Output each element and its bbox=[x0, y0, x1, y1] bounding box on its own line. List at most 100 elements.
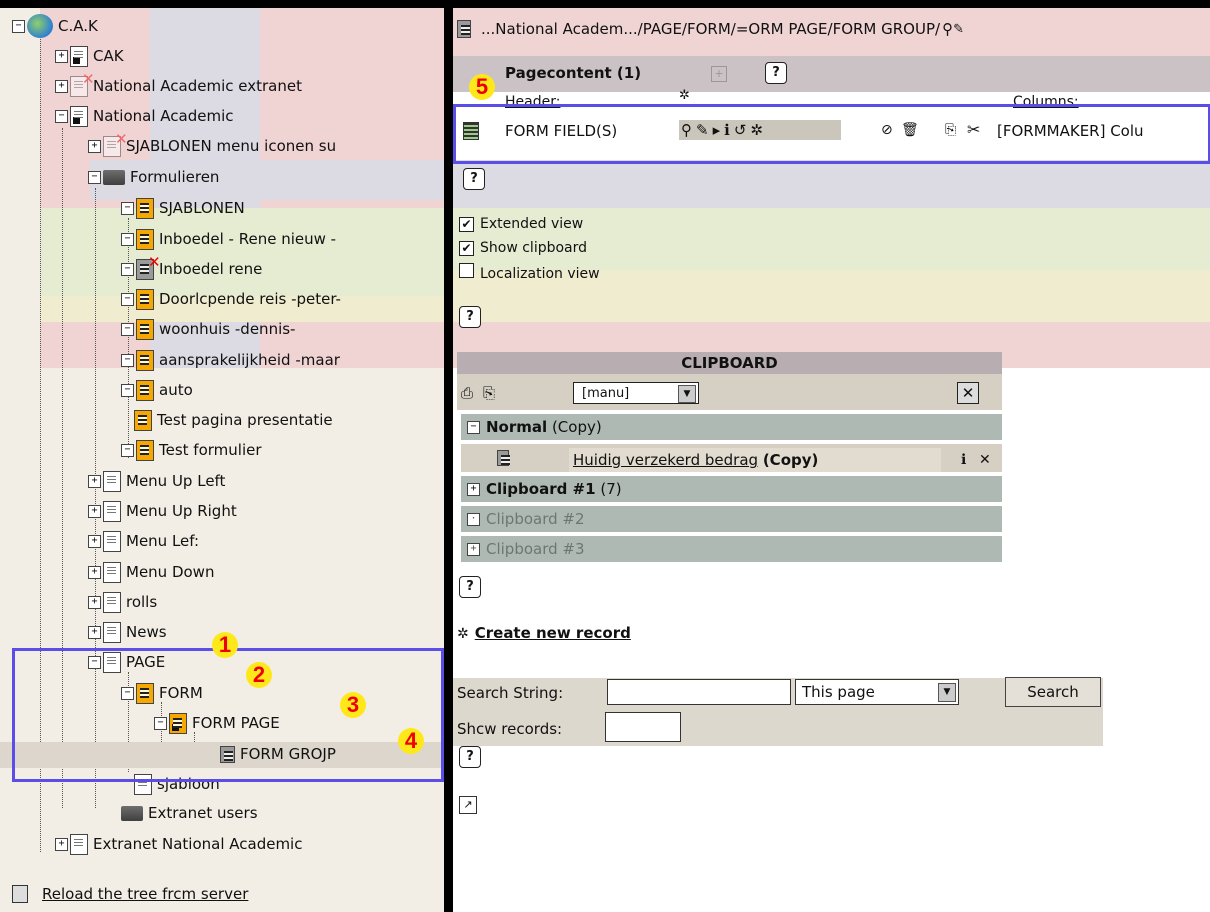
tree-item-menu-left[interactable]: + Menu Lef: bbox=[88, 529, 199, 553]
form-page-icon bbox=[136, 439, 154, 461]
camera-icon[interactable]: ⎙ bbox=[461, 384, 473, 402]
collapse-icon[interactable]: − bbox=[12, 19, 25, 33]
clipboard-item[interactable]: Huidig verzekerd bedrag (Copy) bbox=[569, 448, 941, 472]
localization-view-checkbox[interactable] bbox=[459, 263, 474, 278]
expand-icon[interactable]: + bbox=[88, 534, 101, 548]
localization-view-option[interactable]: Localization view bbox=[459, 263, 600, 282]
tree-item-sjablonen-menu[interactable]: + ✕ SJABLONEN menu iconen su bbox=[88, 130, 336, 158]
expand-icon[interactable]: + bbox=[467, 483, 480, 496]
tree-item-extranet-users[interactable]: Extranet users bbox=[121, 801, 258, 825]
collapse-icon[interactable]: − bbox=[121, 383, 134, 397]
expand-icon[interactable]: + bbox=[88, 504, 101, 518]
collapse-icon[interactable]: − bbox=[55, 109, 68, 123]
form-page-icon bbox=[136, 349, 154, 371]
clipboard-item-label[interactable]: Huidig verzekerd bedrag bbox=[573, 451, 758, 469]
paste-icon[interactable]: ⎘ bbox=[483, 384, 495, 402]
tree-item-menu-up-right[interactable]: + Menu Up Right bbox=[88, 499, 237, 523]
expand-icon[interactable]: + bbox=[88, 139, 101, 153]
help-icon[interactable]: ? bbox=[463, 168, 485, 190]
remove-icon[interactable]: ✕ bbox=[979, 452, 991, 468]
edit-icon[interactable]: ✎ bbox=[953, 22, 964, 37]
clipboard-3-row[interactable]: + Clipboard #3 bbox=[461, 536, 1002, 562]
collapse-icon[interactable]: − bbox=[121, 322, 134, 336]
tree-item-sjablonen[interactable]: − SJABLONEN bbox=[121, 196, 245, 220]
tree-item-auto[interactable]: − auto bbox=[121, 378, 193, 402]
expand-icon[interactable]: + bbox=[88, 595, 101, 609]
tree-item-doorlopende[interactable]: − Doorlcpende reis -peter- bbox=[121, 287, 341, 311]
tree-item-extranet-national[interactable]: + Extranet National Academic bbox=[55, 832, 302, 856]
expand-icon[interactable]: + bbox=[55, 79, 68, 93]
tree-item-inboedel-nieuw[interactable]: − Inboedel - Rene nieuw - bbox=[121, 227, 336, 251]
expand-icon[interactable]: + bbox=[88, 474, 101, 488]
clear-clipboard-button[interactable]: ✕ bbox=[957, 382, 979, 404]
search-scope-select[interactable]: This page ▼ bbox=[795, 679, 959, 705]
collapse-icon[interactable]: − bbox=[88, 170, 101, 184]
page-shortcut-icon bbox=[70, 105, 88, 127]
tree-item-test-pagina[interactable]: Test pagina presentatie bbox=[121, 408, 333, 432]
expand-icon[interactable]: + bbox=[55, 837, 68, 851]
create-new-record-link[interactable]: ✲ Create new record bbox=[457, 624, 631, 642]
tree-item-label: Inboedel - Rene nieuw - bbox=[159, 230, 337, 248]
chevron-down-icon[interactable]: ▼ bbox=[678, 385, 696, 403]
collapse-icon[interactable]: − bbox=[121, 232, 134, 246]
chevron-down-icon[interactable]: ▼ bbox=[938, 683, 956, 702]
tree-item-formulieren[interactable]: − Formulieren bbox=[88, 165, 219, 189]
show-clipboard-checkbox[interactable]: ✔ bbox=[459, 241, 474, 256]
form-page-icon bbox=[136, 379, 154, 401]
tree-item-label: aansprakelijkheid -maar bbox=[159, 351, 340, 369]
new-record-icon: ✲ bbox=[457, 626, 469, 642]
tree-root[interactable]: − C.A.K bbox=[12, 14, 98, 38]
show-records-label: Shcw records: bbox=[457, 720, 563, 738]
clipboard-2-row[interactable]: · Clipboard #2 bbox=[461, 506, 1002, 532]
tree-item-menu-down[interactable]: + Menu Down bbox=[88, 560, 214, 584]
collapse-icon[interactable]: − bbox=[121, 353, 134, 367]
clipboard-1-row[interactable]: + Clipboard #1 (7) bbox=[461, 476, 1002, 502]
extended-view-option[interactable]: ✔ Extended view bbox=[459, 216, 583, 232]
reload-tree-link[interactable]: Reload the tree frcm server bbox=[12, 882, 248, 906]
extended-view-label: Extended view bbox=[480, 216, 584, 232]
annotation-badge-5: 5 bbox=[469, 74, 495, 100]
collapse-icon[interactable]: − bbox=[121, 201, 134, 215]
tree-item-aansprakelijkheid[interactable]: − aansprakelijkheid -maar bbox=[121, 348, 340, 372]
clipboard-mode-select[interactable]: [manu] ▼ bbox=[573, 382, 699, 404]
show-records-input[interactable] bbox=[605, 712, 681, 742]
show-clipboard-option[interactable]: ✔ Show clipboard bbox=[459, 240, 587, 256]
expand-icon[interactable]: + bbox=[88, 625, 101, 639]
tree-item-national-academic[interactable]: − National Academic bbox=[55, 104, 234, 128]
form-page-icon bbox=[136, 288, 154, 310]
help-icon[interactable]: ? bbox=[765, 62, 787, 84]
tree-item-test-formulier[interactable]: − Test formulier bbox=[121, 438, 262, 462]
collapse-icon[interactable]: − bbox=[121, 292, 134, 306]
tree-item-news[interactable]: + News bbox=[88, 620, 167, 644]
collapse-icon[interactable]: − bbox=[121, 262, 134, 276]
info-icon[interactable]: ℹ bbox=[961, 452, 966, 468]
help-icon[interactable]: ? bbox=[459, 576, 481, 598]
tree-item-inboedel-rene[interactable]: − ✕ Inboedel rene bbox=[121, 253, 262, 281]
tree-item-menu-up-left[interactable]: + Menu Up Left bbox=[88, 469, 225, 493]
open-new-window-icon[interactable]: ↗ bbox=[459, 796, 477, 814]
tree-item-woonhuis[interactable]: − woonhuis -dennis- bbox=[121, 317, 295, 341]
tree-item-label: National Academic bbox=[93, 107, 234, 125]
search-input[interactable] bbox=[607, 679, 791, 705]
expand-icon[interactable]: · bbox=[467, 513, 480, 526]
help-icon[interactable]: ? bbox=[459, 306, 481, 328]
tree-item-extranet[interactable]: + ✕ National Academic extranet bbox=[55, 70, 302, 98]
pagecontent-title: Pagecontent (1) bbox=[505, 64, 642, 82]
search-button[interactable]: Search bbox=[1005, 677, 1101, 707]
new-record-icon[interactable]: ✲ bbox=[679, 88, 690, 103]
annotation-badge-2: 2 bbox=[246, 662, 272, 688]
search-icon[interactable]: ⚲ bbox=[942, 20, 953, 38]
expand-icon[interactable]: + bbox=[88, 565, 101, 579]
expand-column-icon[interactable]: + bbox=[711, 66, 727, 82]
clipboard-normal-row[interactable]: − Normal (Copy) bbox=[461, 414, 1002, 440]
extended-view-checkbox[interactable]: ✔ bbox=[459, 217, 474, 232]
expand-icon[interactable]: + bbox=[55, 49, 68, 63]
pane-divider[interactable] bbox=[444, 0, 453, 912]
tree-item-rolls[interactable]: + rolls bbox=[88, 590, 157, 614]
help-icon[interactable]: ? bbox=[459, 746, 481, 768]
expand-icon[interactable]: + bbox=[467, 543, 480, 556]
collapse-icon[interactable]: − bbox=[121, 443, 134, 457]
tree-item-label: Test formulier bbox=[159, 441, 262, 459]
tree-item-cak[interactable]: + CAK bbox=[55, 44, 124, 68]
collapse-icon[interactable]: − bbox=[467, 421, 480, 434]
